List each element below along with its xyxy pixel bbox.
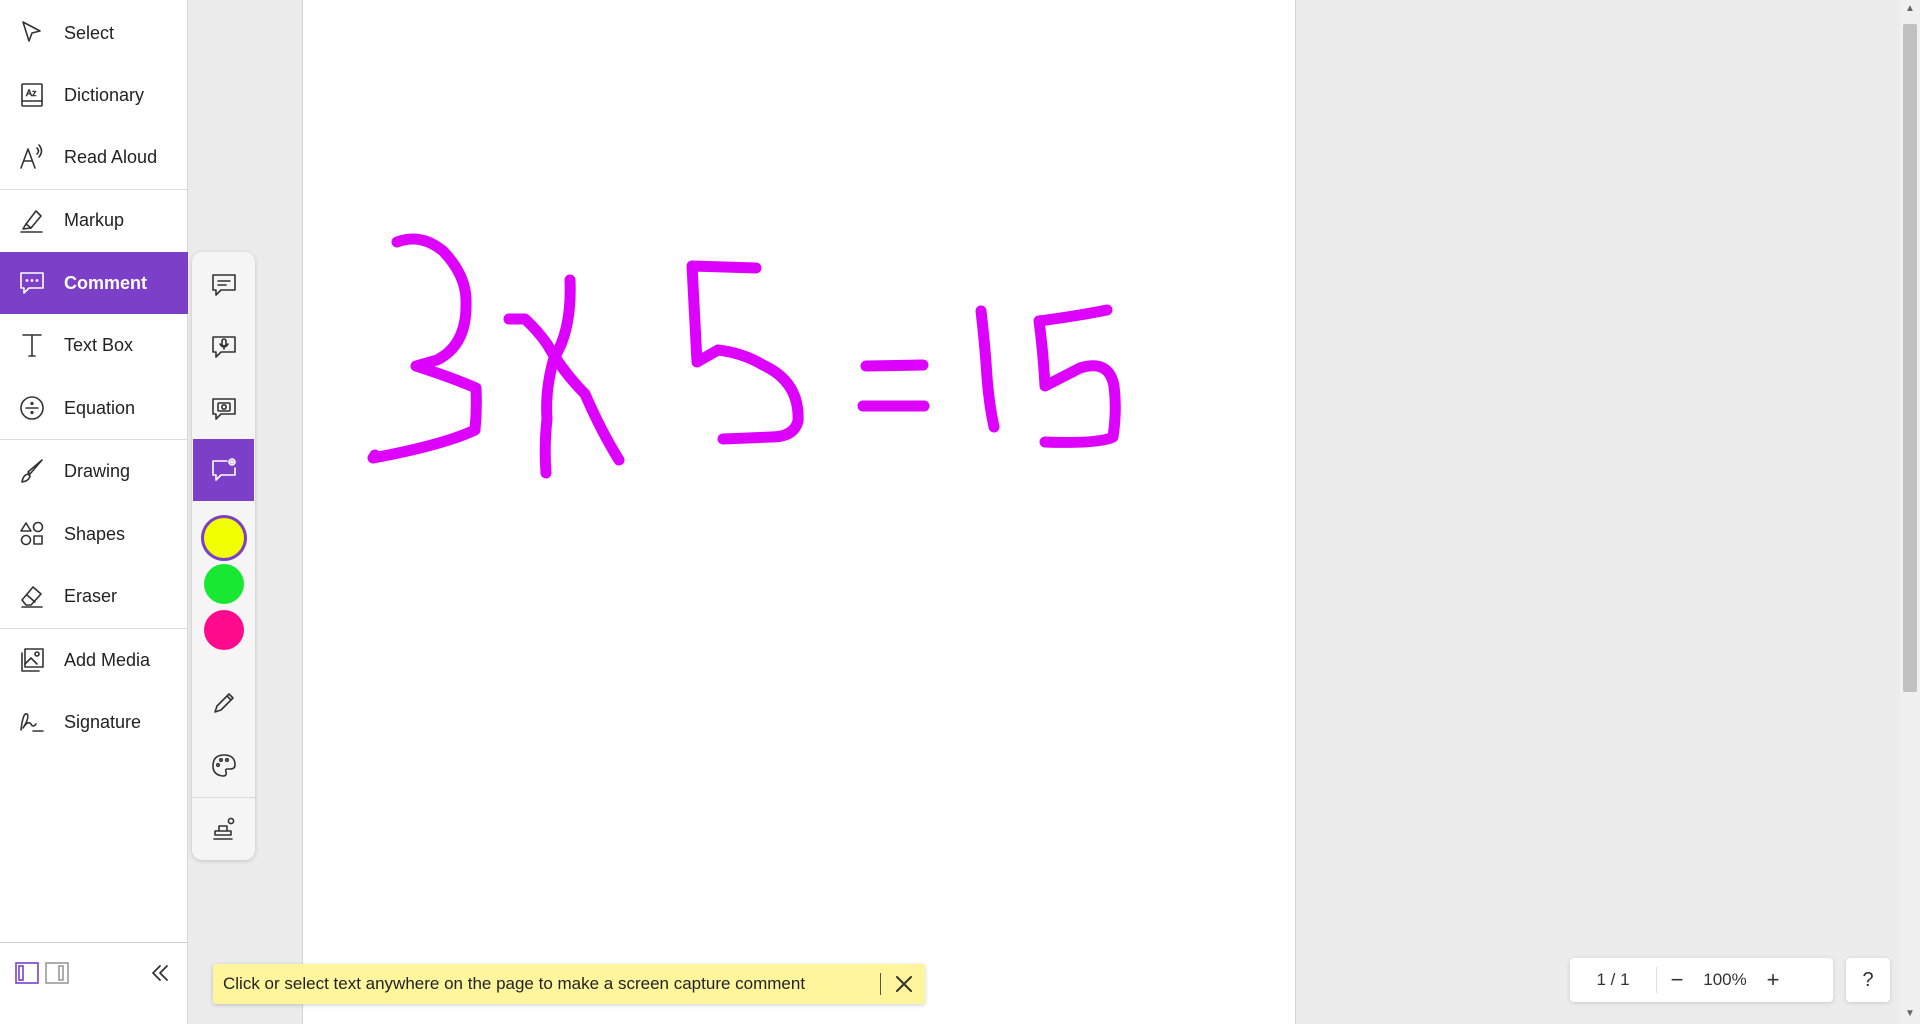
sidebar-footer	[0, 942, 188, 1024]
eraser-tool[interactable]: Eraser	[0, 565, 188, 627]
markup-tool-label: Markup	[64, 209, 125, 230]
markup-tool[interactable]: Markup	[0, 189, 188, 251]
shapes-tool-label: Shapes	[64, 523, 126, 544]
toast-divider	[880, 973, 881, 995]
palette-icon	[211, 754, 236, 777]
comment-tool-label: Comment	[64, 272, 148, 293]
zoom-controls: 1 / 1 − 100% +	[1570, 958, 1833, 1002]
divide-icon	[18, 394, 46, 422]
ink-drawing	[367, 233, 1121, 479]
digit-1-stroke	[975, 305, 1000, 433]
screen-capture-comment-icon	[211, 458, 236, 481]
toast-message: Click or select text anywhere on the pag…	[223, 974, 806, 993]
add-media-tool[interactable]: Add Media	[0, 629, 188, 691]
close-icon	[896, 976, 912, 992]
zoom-level[interactable]: 100%	[1697, 970, 1753, 990]
image-icon	[18, 646, 46, 674]
document-page[interactable]	[302, 0, 1296, 1024]
dictionary-tool[interactable]: Az Dictionary	[0, 64, 188, 126]
brush-icon	[18, 457, 46, 485]
digit-3-stroke	[367, 233, 482, 464]
text-box-tool[interactable]: Text Box	[0, 314, 188, 376]
vertical-scrollbar[interactable]: ▲ ▼	[1900, 0, 1920, 1024]
zoom-out-button[interactable]: −	[1657, 967, 1697, 993]
cursor-icon	[18, 19, 46, 47]
stamp-settings-icon	[212, 817, 234, 840]
text-comment-button[interactable]	[193, 254, 254, 316]
help-button[interactable]: ?	[1846, 958, 1890, 1002]
tools-sidebar: Select Az Dictionary Read Aloud Markup C…	[0, 0, 188, 1024]
color-swatch-yellow[interactable]	[204, 518, 244, 558]
layout-right-button[interactable]	[44, 961, 70, 985]
instruction-toast: Click or select text anywhere on the pag…	[213, 964, 925, 1004]
read-aloud-tool[interactable]: Read Aloud	[0, 126, 188, 188]
select-tool-label: Select	[64, 22, 115, 43]
collapse-sidebar-button[interactable]	[146, 959, 174, 987]
eraser-icon	[18, 582, 46, 610]
panel-left-icon	[15, 962, 39, 984]
text-icon	[18, 331, 46, 359]
read-aloud-tool-label: Read Aloud	[64, 146, 158, 167]
voice-comment-icon	[211, 336, 236, 358]
close-toast-button[interactable]	[893, 973, 915, 995]
comment-subtoolbar	[192, 252, 255, 860]
panel-right-icon	[45, 962, 69, 984]
read-aloud-icon	[18, 143, 46, 171]
voice-comment-button[interactable]	[193, 316, 254, 378]
dictionary-icon: Az	[18, 81, 46, 109]
color-palette-button[interactable]	[193, 735, 254, 797]
scroll-down-icon[interactable]: ▼	[1904, 1008, 1916, 1020]
layout-left-button[interactable]	[14, 961, 40, 985]
select-tool[interactable]: Select	[0, 2, 188, 64]
drawing-tool-label: Drawing	[64, 460, 131, 481]
text-comment-icon	[211, 274, 236, 296]
scroll-up-icon[interactable]: ▲	[1904, 3, 1916, 15]
color-swatch-pink[interactable]	[204, 610, 244, 650]
highlighter-icon	[18, 206, 46, 234]
stamp-settings-button[interactable]	[193, 798, 254, 860]
signature-tool-label: Signature	[64, 711, 142, 732]
color-swatch-green[interactable]	[204, 564, 244, 604]
scrollbar-thumb[interactable]	[1903, 24, 1917, 692]
screen-capture-comment-button[interactable]	[193, 439, 254, 501]
comment-tool[interactable]: Comment	[0, 252, 188, 314]
pen-settings-button[interactable]	[193, 672, 254, 734]
double-chevron-left-icon	[152, 965, 168, 981]
shapes-tool[interactable]: Shapes	[0, 503, 188, 565]
shapes-icon	[18, 520, 46, 548]
pencil-icon	[213, 693, 234, 713]
add-media-tool-label: Add Media	[64, 649, 151, 670]
zoom-in-button[interactable]: +	[1753, 967, 1793, 993]
signature-tool[interactable]: Signature	[0, 691, 188, 753]
equation-tool-label: Equation	[64, 397, 136, 418]
text-box-tool-label: Text Box	[64, 334, 134, 355]
eraser-tool-label: Eraser	[64, 585, 118, 606]
signature-icon	[18, 708, 46, 736]
video-comment-icon	[211, 398, 236, 420]
equals-top-stroke	[860, 359, 929, 372]
equation-tool[interactable]: Equation	[0, 377, 188, 439]
svg-text:Az: Az	[26, 88, 37, 98]
comment-icon	[18, 269, 46, 297]
video-comment-button[interactable]	[193, 378, 254, 440]
digit-5b-stroke	[1033, 304, 1121, 448]
page-indicator: 1 / 1	[1596, 970, 1630, 989]
drawing-tool[interactable]: Drawing	[0, 440, 188, 502]
dictionary-tool-label: Dictionary	[64, 84, 145, 105]
digit-5-stroke	[686, 260, 804, 445]
